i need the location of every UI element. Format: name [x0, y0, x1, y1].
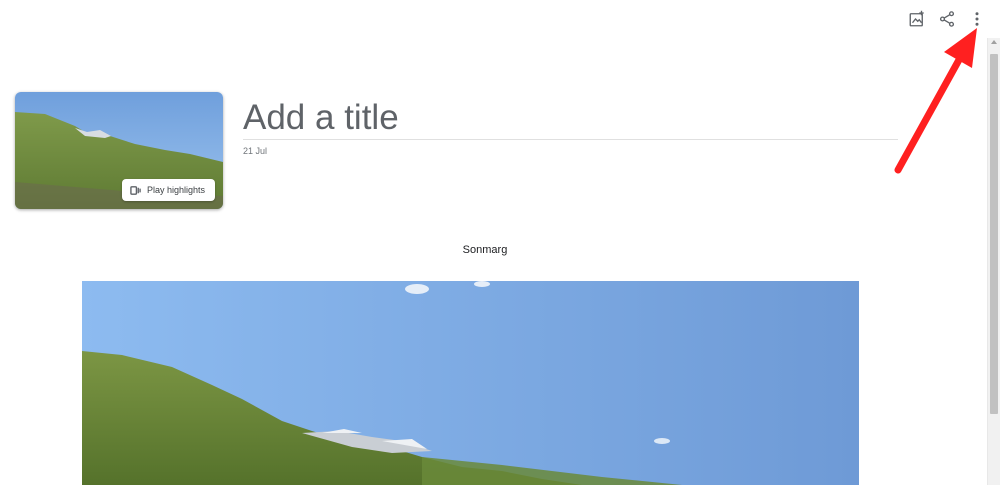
location-caption[interactable]: Sonmarg [0, 244, 970, 256]
album-date: 21 Jul [243, 146, 268, 156]
more-options-icon [975, 12, 979, 26]
share-icon [939, 11, 955, 27]
add-photo-button[interactable] [906, 8, 928, 30]
album-title-input[interactable] [243, 96, 898, 140]
scroll-up-arrow-icon[interactable] [991, 40, 997, 44]
photo-image [82, 281, 859, 485]
album-photo[interactable] [82, 281, 859, 485]
play-highlights-label: Play highlights [146, 185, 205, 195]
add-photo-icon [909, 10, 924, 27]
share-button[interactable] [936, 8, 958, 30]
album-cover[interactable]: Play highlights [15, 92, 223, 209]
movie-icon [130, 185, 141, 195]
play-highlights-button[interactable]: Play highlights [121, 179, 215, 201]
vertical-scrollbar[interactable] [987, 38, 1000, 485]
top-toolbar [906, 8, 988, 30]
scroll-thumb[interactable] [990, 54, 998, 414]
more-options-button[interactable] [966, 8, 988, 30]
